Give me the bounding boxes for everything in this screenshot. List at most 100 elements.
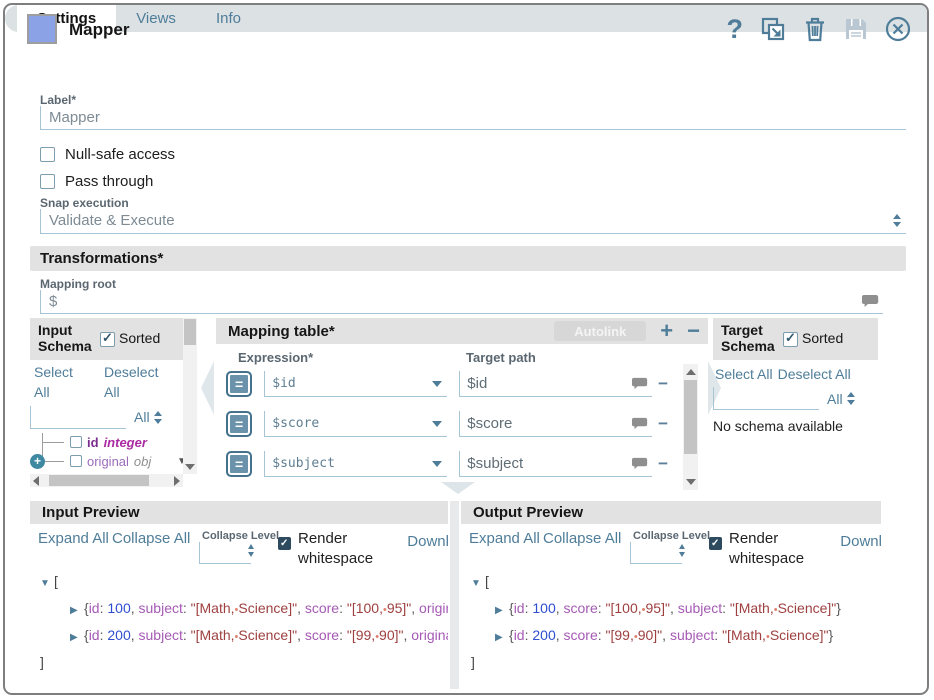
- input-preview-panel: Input Preview Expand All Collapse All Co…: [30, 501, 448, 691]
- expression-toggle-button[interactable]: =: [226, 371, 252, 397]
- row-expander-icon[interactable]: ▶: [495, 625, 509, 650]
- input-download-link[interactable]: Download: [407, 532, 448, 552]
- expand-node-icon[interactable]: +: [30, 454, 45, 469]
- expression-dropdown-icon[interactable]: [432, 421, 442, 427]
- delete-snap-icon[interactable]: [803, 16, 827, 42]
- tree-field-name: original: [87, 454, 129, 469]
- target-schema-filter-input[interactable]: [713, 387, 819, 410]
- save-icon[interactable]: [844, 17, 868, 41]
- input-filter-spinner-icon[interactable]: [154, 411, 162, 424]
- tree-original-checkbox[interactable]: [70, 455, 82, 467]
- delete-row-icon[interactable]: −: [658, 379, 668, 389]
- target-path-input[interactable]: $score: [459, 411, 652, 437]
- target-sorted-checkbox[interactable]: [783, 332, 798, 347]
- expression-column-header: Expression*: [238, 350, 466, 365]
- root-expander-icon[interactable]: ▼: [471, 571, 485, 596]
- output-render-whitespace-checkbox[interactable]: [709, 537, 722, 550]
- expression-dropdown-icon[interactable]: [432, 381, 442, 387]
- schema-tree-row: id integer: [30, 433, 197, 452]
- preview-row: ▶{id: 200, score: "[99,•90]", subject: "…: [461, 623, 881, 650]
- output-collapse-level-stepper[interactable]: Collapse Level: [633, 529, 691, 543]
- input-sorted-checkbox[interactable]: [100, 332, 115, 347]
- collapse-level-spinner-icon[interactable]: [679, 544, 685, 557]
- input-preview-header: Input Preview: [30, 501, 448, 524]
- label-input[interactable]: Mapper: [40, 106, 906, 130]
- output-download-link[interactable]: Download: [840, 532, 881, 552]
- snap-execution-select[interactable]: Validate & Execute: [40, 209, 906, 234]
- target-schema-title: Target Schema: [721, 323, 779, 354]
- delete-row-icon[interactable]: −: [658, 419, 668, 429]
- tree-field-name: id: [87, 435, 99, 450]
- collapse-left-pane-handle[interactable]: [201, 361, 214, 415]
- tab-info[interactable]: Info: [196, 5, 261, 32]
- input-select-all-link[interactable]: Select All: [34, 362, 90, 403]
- mapping-root-input[interactable]: $: [40, 290, 883, 314]
- target-filter-spinner-icon[interactable]: [847, 392, 855, 405]
- mapping-table-title: Mapping table*: [228, 323, 335, 340]
- input-schema-title: Input Schema: [38, 323, 96, 354]
- select-spinner-icon[interactable]: [893, 214, 901, 227]
- row-expander-icon[interactable]: ▶: [495, 598, 509, 623]
- mapping-row: = $subject $subject −: [226, 450, 668, 478]
- input-schema-hscrollbar[interactable]: [30, 474, 183, 487]
- target-select-all-link[interactable]: Select All: [715, 364, 773, 384]
- input-schema-filter-input[interactable]: [30, 406, 126, 429]
- target-filter-scope[interactable]: All: [827, 389, 843, 409]
- remove-row-icon[interactable]: −: [687, 321, 700, 341]
- mapping-row: = $id $id −: [226, 370, 668, 398]
- input-schema-vscrollbar[interactable]: [183, 318, 197, 474]
- tree-id-checkbox[interactable]: [70, 436, 82, 448]
- target-path-input[interactable]: $id: [459, 371, 652, 397]
- no-schema-message: No schema available: [713, 418, 878, 434]
- pass-through-row: Pass through: [40, 173, 153, 190]
- mapping-table-panel: Mapping table* Autolink + − Expression* …: [216, 318, 708, 490]
- row-expander-icon[interactable]: ▶: [70, 625, 84, 650]
- root-expander-icon[interactable]: ▼: [40, 571, 54, 596]
- input-collapse-all-link[interactable]: Collapse All: [112, 529, 178, 549]
- autolink-button[interactable]: Autolink: [554, 321, 646, 341]
- input-collapse-level-stepper[interactable]: Collapse Level: [202, 529, 260, 543]
- input-render-whitespace-checkbox[interactable]: [278, 537, 291, 550]
- input-expand-all-link[interactable]: Expand All: [38, 529, 96, 549]
- target-deselect-all-link[interactable]: Deselect All: [778, 364, 851, 384]
- export-icon[interactable]: [760, 16, 786, 42]
- expression-input[interactable]: $subject: [264, 451, 447, 477]
- tree-field-type: integer: [104, 435, 147, 450]
- output-render-whitespace-label: Render whitespace: [729, 529, 817, 568]
- row-expander-icon[interactable]: ▶: [70, 598, 84, 623]
- expression-toggle-button[interactable]: =: [226, 451, 252, 477]
- input-schema-panel: Input Schema Sorted Select All Deselect …: [30, 318, 197, 487]
- transformations-header: Transformations*: [30, 246, 906, 271]
- collapse-preview-handle[interactable]: [441, 482, 475, 494]
- add-row-icon[interactable]: +: [660, 321, 673, 341]
- comment-bubble-icon[interactable]: [632, 457, 648, 470]
- null-safe-access-checkbox[interactable]: [40, 147, 55, 162]
- output-preview-header: Output Preview: [461, 501, 881, 524]
- pass-through-checkbox[interactable]: [40, 174, 55, 189]
- input-deselect-all-link[interactable]: Deselect All: [104, 362, 168, 403]
- target-path-column-header: Target path: [466, 350, 536, 365]
- output-collapse-all-link[interactable]: Collapse All: [543, 529, 609, 549]
- expression-input[interactable]: $score: [264, 411, 447, 437]
- help-icon[interactable]: ?: [727, 15, 744, 43]
- comment-bubble-icon[interactable]: [862, 294, 879, 308]
- close-icon[interactable]: [885, 16, 911, 42]
- expression-dropdown-icon[interactable]: [432, 461, 442, 467]
- target-path-input[interactable]: $subject: [459, 451, 652, 477]
- mapping-table-vscrollbar[interactable]: [683, 364, 698, 490]
- label-field-label: Label*: [40, 93, 76, 107]
- collapse-level-spinner-icon[interactable]: [248, 544, 254, 557]
- delete-row-icon[interactable]: −: [658, 459, 668, 469]
- expression-input[interactable]: $id: [264, 371, 447, 397]
- preview-row: ▶{id: 100, subject: "[Math,•Science]", s…: [30, 596, 448, 623]
- input-filter-scope[interactable]: All: [134, 407, 150, 427]
- preview-divider[interactable]: [450, 501, 459, 689]
- expression-toggle-button[interactable]: =: [226, 411, 252, 437]
- output-expand-all-link[interactable]: Expand All: [469, 529, 527, 549]
- preview-row: ▶{id: 100, score: "[100,•95]", subject: …: [461, 596, 881, 623]
- null-safe-access-row: Null-safe access: [40, 146, 175, 163]
- comment-bubble-icon[interactable]: [632, 377, 648, 390]
- comment-bubble-icon[interactable]: [632, 417, 648, 430]
- mapping-root-label: Mapping root: [40, 277, 116, 291]
- pass-through-label: Pass through: [65, 173, 153, 190]
